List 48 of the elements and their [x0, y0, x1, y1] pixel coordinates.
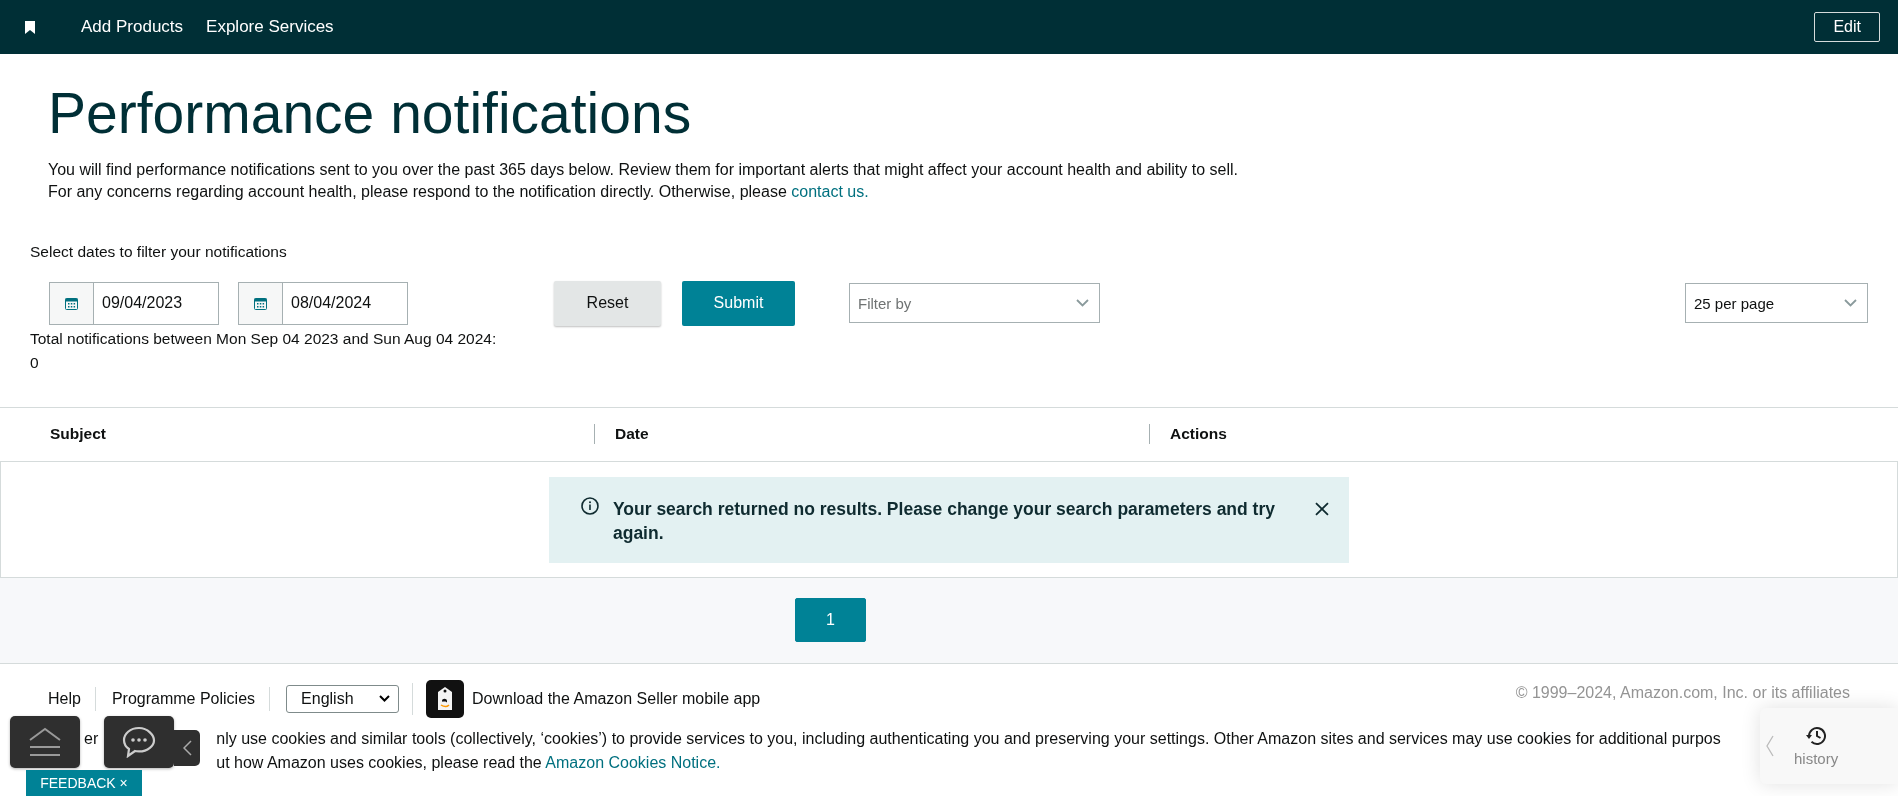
- column-header: Actions: [1170, 425, 1227, 444]
- bookmark-icon[interactable]: [25, 20, 35, 34]
- cookie-text-fragment: er: [84, 728, 99, 749]
- intro-text: You will find performance notifications sent to you over the past 365 days below. Review them for important alerts that might affect your account health and ability to sell. For any concerns regarding account health, please respond to the notification directly. Otherwise, please contact us.: [48, 159, 1239, 202]
- language-select[interactable]: English: [286, 684, 400, 713]
- info-icon: [581, 496, 599, 515]
- total-notifications-text: Total notifications between Mon Sep 04 2023 and Sun Aug 04 2024:: [30, 329, 498, 348]
- cookie-text: nly use cookies and similar tools (collectively, ‘cookies’) to provide services to you, including authenticating you and preserving your settings. Other Amazon sites and services may use cookies for additional purpos: [216, 728, 1721, 749]
- chevron-down-icon: [1844, 299, 1857, 308]
- collapse-tab[interactable]: [174, 730, 200, 766]
- chat-bubble-icon: [122, 726, 156, 758]
- edit-button[interactable]: Edit: [1814, 12, 1880, 42]
- alert-message: Your search returned no results. Please change your search parameters and try again.: [612, 497, 1276, 545]
- per-page-dropdown[interactable]: 25 per page: [1685, 283, 1868, 324]
- chevron-down-icon: [379, 695, 391, 703]
- end-date-field[interactable]: 08/04/2024: [238, 281, 408, 325]
- contact-link[interactable]: contact us.: [791, 182, 869, 200]
- history-icon: [1805, 725, 1828, 746]
- scroll-top-button[interactable]: [10, 716, 80, 768]
- scroll-up-icon: [27, 726, 63, 758]
- nav-link[interactable]: Explore Services: [206, 17, 334, 37]
- chat-button[interactable]: [104, 716, 174, 768]
- footer-link[interactable]: Help: [48, 686, 96, 711]
- chevron-left-icon: [1766, 735, 1774, 757]
- submit-button[interactable]: Submit: [682, 280, 795, 326]
- calendar-icon: [65, 296, 78, 310]
- cookie-text: ut how Amazon uses cookies, please read the Amazon Cookies Notice.: [216, 752, 722, 773]
- footer-link[interactable]: Programme Policies: [111, 686, 271, 711]
- history-label: history: [1794, 749, 1839, 767]
- page-button[interactable]: 1: [795, 598, 866, 643]
- chevron-left-icon: [182, 740, 192, 756]
- filter-label: Select dates to filter your notifications: [30, 242, 288, 261]
- app-download-text: Download the Amazon Seller mobile app: [472, 689, 761, 708]
- reset-button[interactable]: Reset: [554, 280, 661, 326]
- start-date-field[interactable]: 09/04/2023: [49, 281, 219, 325]
- close-icon[interactable]: [1315, 501, 1329, 516]
- cookies-notice-link[interactable]: Amazon Cookies Notice.: [545, 753, 721, 771]
- filter-dropdown[interactable]: Filter by: [849, 283, 1100, 324]
- nav-link[interactable]: Add Products: [81, 17, 184, 37]
- column-header: Subject: [50, 425, 106, 444]
- shopping-tag-icon[interactable]: [426, 679, 465, 718]
- copyright-text: © 1999–2024, Amazon.com, Inc. or its affiliates: [1515, 683, 1850, 702]
- chevron-down-icon: [1076, 299, 1089, 308]
- calendar-icon: [254, 296, 267, 310]
- feedback-tab[interactable]: FEEDBACK ×: [26, 770, 142, 796]
- total-count: 0: [30, 353, 40, 372]
- page-title: Performance notifications: [48, 82, 693, 145]
- column-header: Date: [615, 425, 649, 444]
